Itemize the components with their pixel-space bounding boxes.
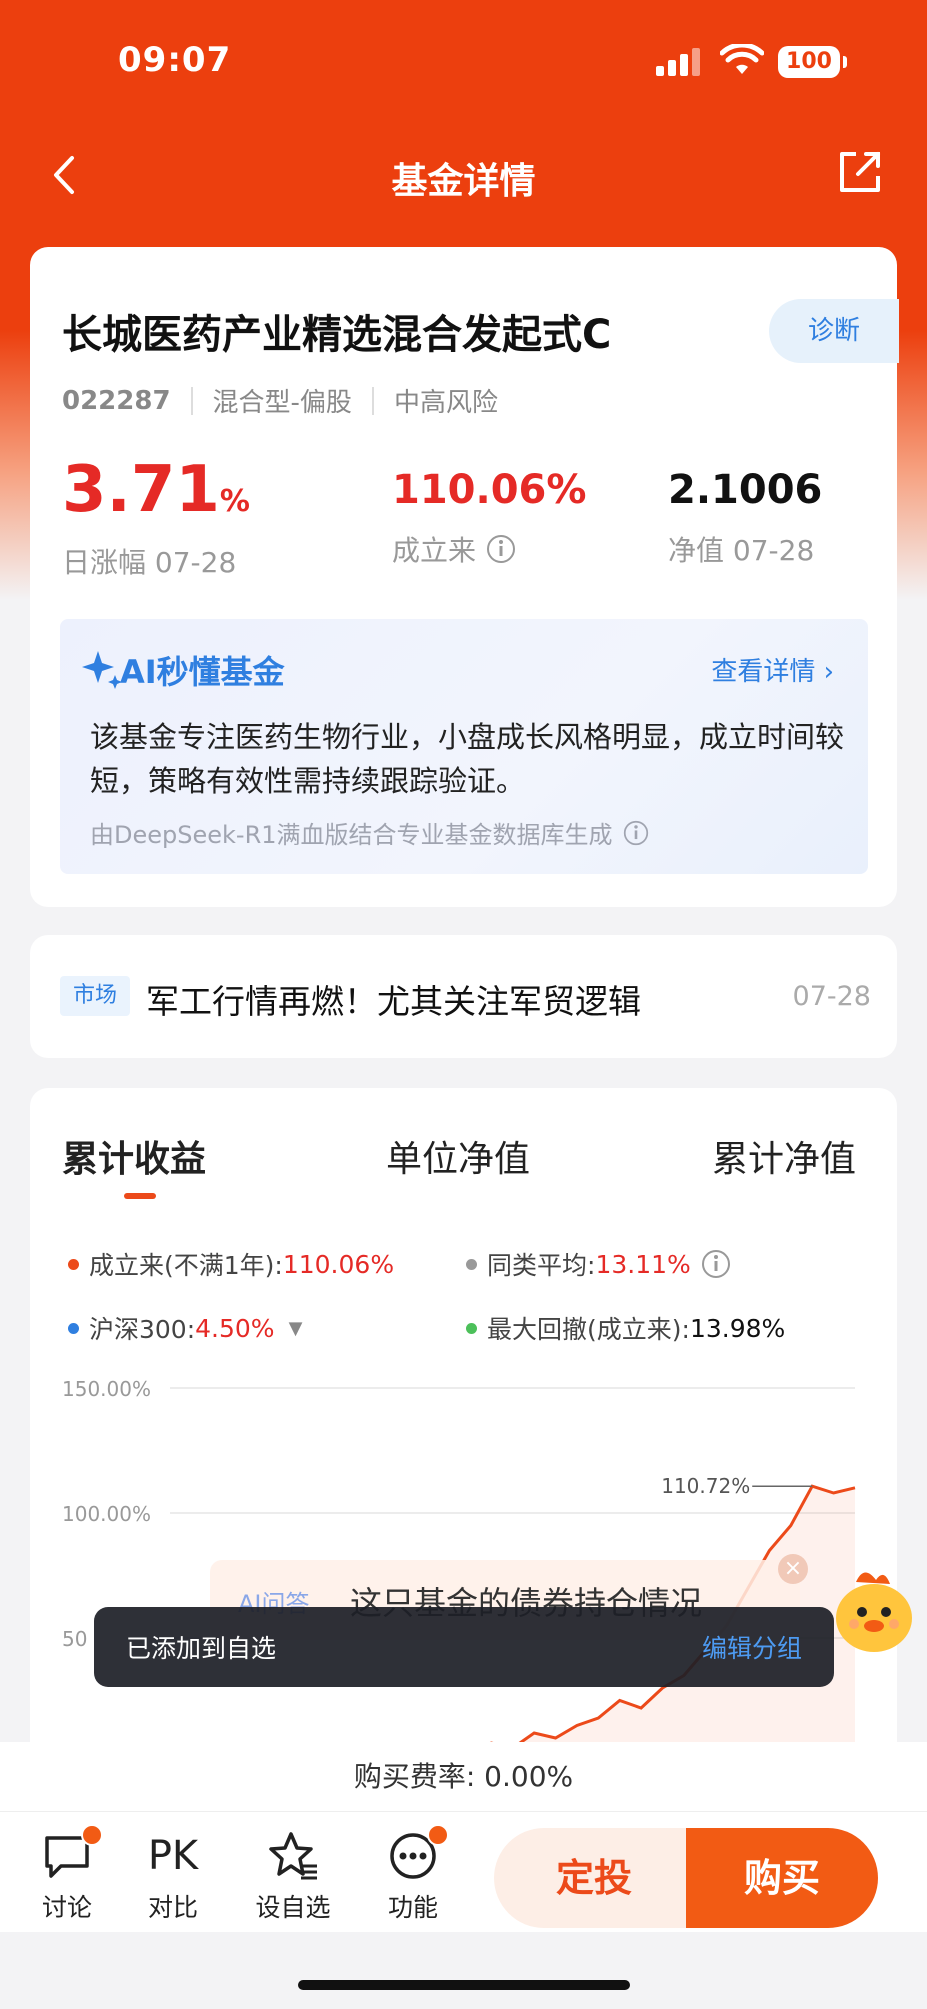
notification-badge [427, 1824, 449, 1846]
y-tick-label: 150.00% [62, 1377, 151, 1401]
nav-value: 2.1006 [668, 467, 823, 513]
compare-label: 对比 [147, 1893, 198, 1922]
ai-summary-box[interactable]: AI秒懂基金 查看详情 › 该基金专注医药生物行业，小盘成长风格明显，成立时间较… [60, 619, 868, 874]
fund-summary-card: 长城医药产业精选混合发起式C 诊断 022287 混合型-偏股 中高风险 3.7… [30, 247, 899, 907]
info-icon[interactable] [486, 534, 516, 564]
signal-icon [656, 48, 704, 76]
divider [371, 386, 374, 415]
purchase-fee: 购买费率: 0.00% [0, 1742, 927, 1812]
wifi-icon [720, 44, 764, 74]
performance-chart-card: 累计收益 单位净值 累计净值 成立来(不满1年): 110.06% 同类平均: … [30, 1088, 897, 1808]
discuss-label: 讨论 [41, 1893, 92, 1922]
chat-bubble-icon [41, 1824, 103, 1882]
info-icon[interactable] [623, 820, 649, 846]
diagnose-button[interactable]: 诊断 [769, 299, 899, 363]
news-tag: 市场 [60, 976, 130, 1016]
fund-code: 022287 [62, 385, 171, 416]
ai-summary-footer: 由DeepSeek-R1满血版结合专业基金数据库生成 [90, 815, 649, 850]
edit-group-link[interactable]: 编辑分组 [702, 1629, 802, 1665]
mascot-icon[interactable] [826, 1560, 922, 1660]
daily-change-label: 日涨幅 07-28 [62, 546, 237, 579]
daily-change-unit: % [219, 484, 250, 519]
page-title: 基金详情 [391, 161, 536, 202]
daily-change-stat: 3.71% 日涨幅 07-28 [62, 455, 250, 581]
news-date: 07-28 [792, 981, 871, 1012]
news-title: 军工行情再燃！尤其关注军贸逻辑 [146, 982, 641, 1021]
peak-value-label: 110.72% [661, 1474, 750, 1498]
home-indicator [298, 1980, 630, 1990]
fund-meta: 022287 混合型-偏股 中高风险 [62, 382, 498, 419]
more-icon [387, 1824, 449, 1882]
bottom-action-bar: 讨论 PK 对比 设自选 功能 定投 购买 [0, 1812, 927, 1932]
ai-summary-text: 该基金专注医药生物行业，小盘成长风格明显，成立时间较短，策略有效性需持续跟踪验证… [90, 720, 845, 798]
discuss-button[interactable]: 讨论 [22, 1824, 112, 1924]
y-tick-label: 50 [62, 1627, 87, 1651]
compare-button[interactable]: PK 对比 [128, 1830, 218, 1924]
daily-change-value: 3.71 [62, 453, 220, 527]
share-icon[interactable] [834, 146, 886, 198]
sparkle-icon [82, 651, 122, 689]
nav-label: 净值 07-28 [668, 534, 815, 567]
since-inception-value: 110.06% [392, 467, 587, 513]
notification-badge [81, 1824, 103, 1846]
ai-view-details-link[interactable]: 查看详情 › [711, 651, 834, 688]
nav-stat: 2.1006 净值 07-28 [668, 455, 822, 569]
divider [190, 386, 193, 415]
fund-type: 混合型-偏股 [212, 388, 352, 418]
add-watchlist-label: 设自选 [255, 1893, 331, 1922]
buy-button[interactable]: 购买 [686, 1828, 878, 1928]
status-time: 09:07 [118, 40, 232, 80]
status-bar: 09:07 100 [0, 0, 927, 120]
y-tick-label: 100.00% [62, 1502, 151, 1526]
close-icon[interactable]: × [778, 1554, 808, 1584]
fund-risk: 中高风险 [393, 388, 498, 418]
toast-text: 已添加到自选 [126, 1634, 277, 1663]
ai-summary-title: AI秒懂基金 [120, 653, 285, 691]
ai-footer-text: 由DeepSeek-R1满血版结合专业基金数据库生成 [90, 821, 613, 849]
since-inception-stat: 110.06% 成立来 [392, 455, 586, 569]
cumulative-return-chart[interactable]: 150.00% 100.00% 50 110.72% [30, 1088, 897, 1808]
fund-name: 长城医药产业精选混合发起式C [62, 312, 612, 358]
battery-icon: 100 [778, 46, 847, 78]
chevron-right-icon: › [823, 657, 834, 687]
functions-label: 功能 [387, 1893, 438, 1922]
functions-button[interactable]: 功能 [368, 1824, 458, 1924]
pk-icon: PK [147, 1833, 199, 1879]
nav-bar: 基金详情 [0, 130, 927, 220]
auto-invest-button[interactable]: 定投 [494, 1828, 694, 1928]
ai-view-details-label: 查看详情 [711, 657, 816, 687]
since-inception-label: 成立来 [392, 534, 477, 567]
news-card[interactable]: 市场 军工行情再燃！尤其关注军贸逻辑 07-28 [30, 935, 897, 1058]
star-list-icon [267, 1830, 319, 1882]
since-inception-label-row: 成立来 [392, 529, 586, 569]
toast: 已添加到自选 编辑分组 [94, 1607, 834, 1687]
add-watchlist-button[interactable]: 设自选 [248, 1830, 338, 1924]
